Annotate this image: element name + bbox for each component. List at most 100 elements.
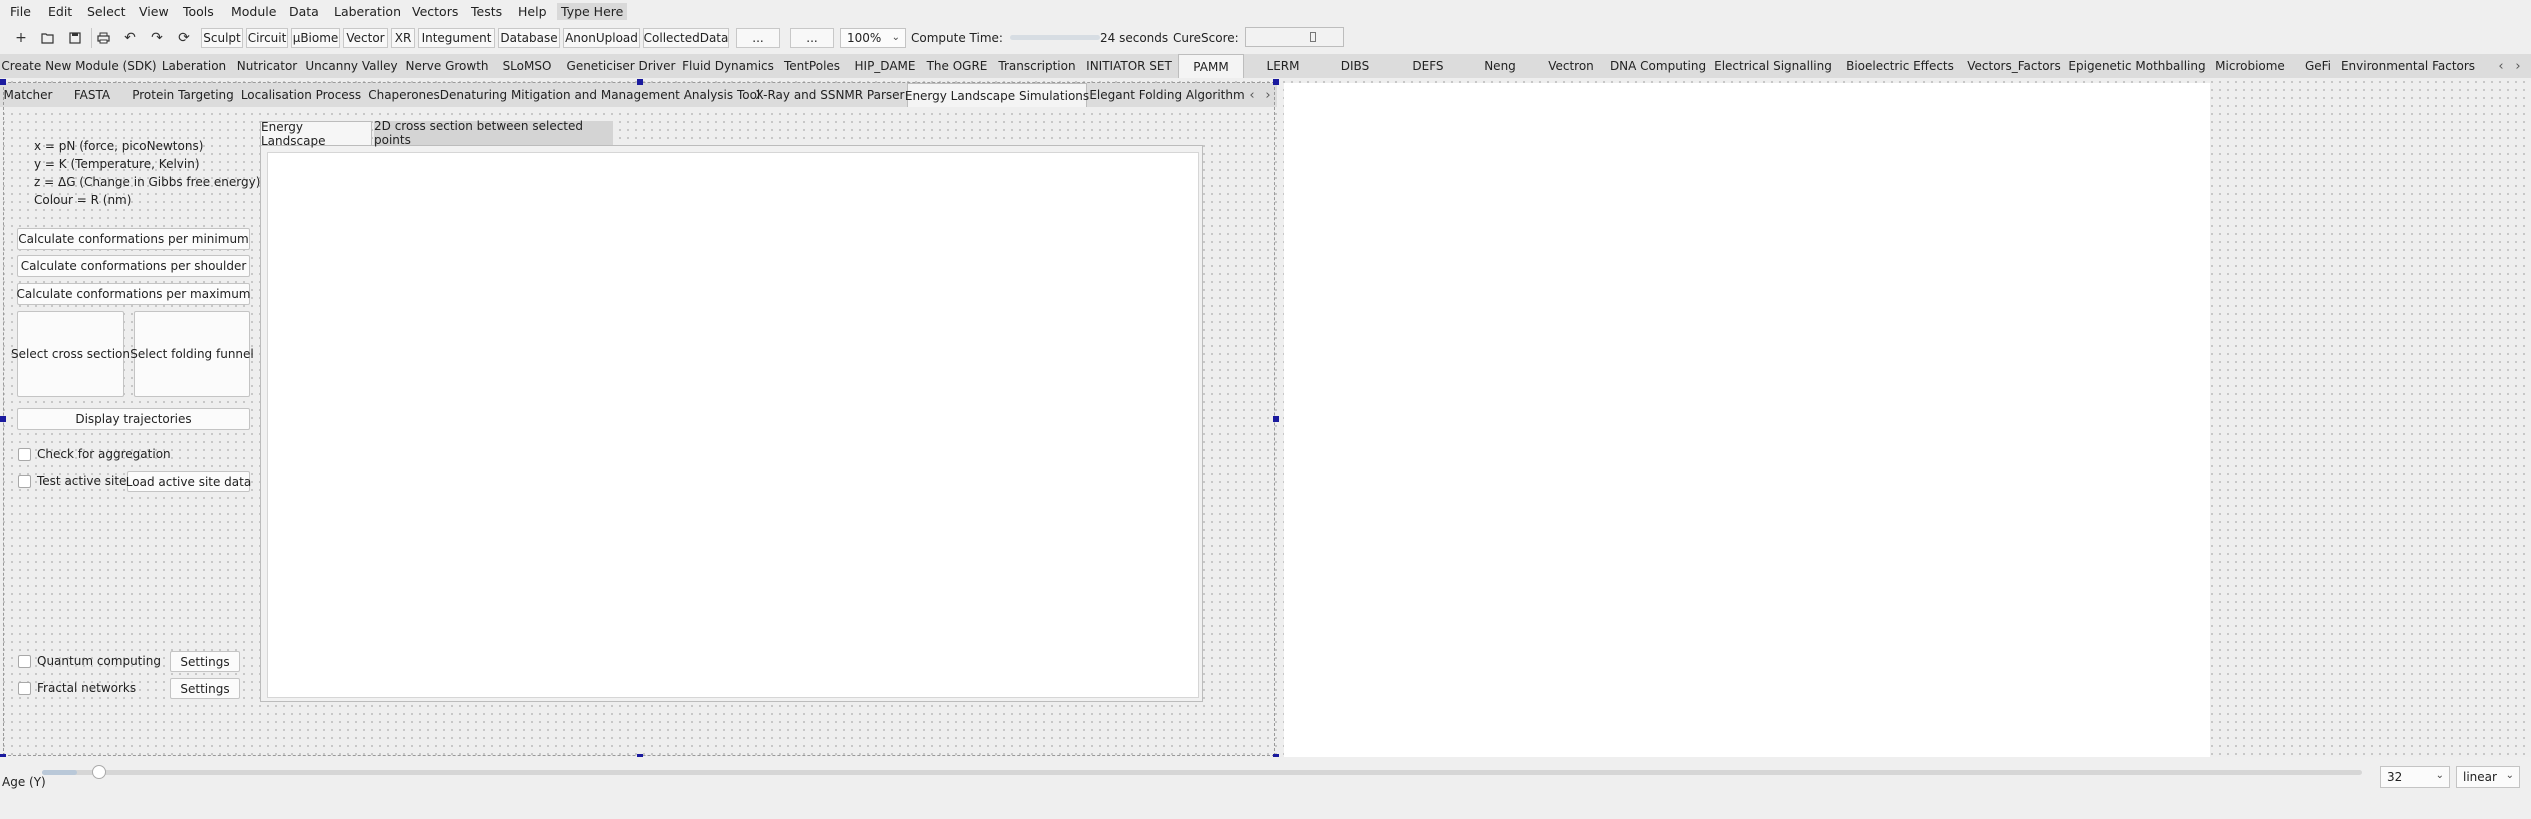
tab-dibs[interactable]: DIBS	[1322, 54, 1388, 78]
load-active-site-button[interactable]: Load active site data	[126, 471, 251, 492]
fractal-checkbox[interactable]	[18, 682, 31, 695]
tab-microbiome[interactable]: Microbiome	[2209, 54, 2291, 78]
resize-handle[interactable]	[0, 79, 6, 85]
menu-laberation[interactable]: Laberation	[334, 4, 401, 19]
menu-select[interactable]: Select	[87, 4, 126, 19]
compute-time-value: 24 seconds	[1100, 31, 1169, 45]
curescore-label: CureScore:	[1173, 31, 1239, 45]
menu-view[interactable]: View	[139, 4, 169, 19]
tab-transcription[interactable]: Transcription	[994, 54, 1080, 78]
integument-button[interactable]: Integument	[418, 28, 495, 48]
active-sites-checkbox[interactable]	[18, 475, 31, 488]
curescore-display	[1245, 27, 1344, 47]
anonupload-button[interactable]: AnonUpload	[563, 28, 640, 48]
calc-maximum-button[interactable]: Calculate conformations per maximum	[17, 283, 251, 305]
tab-fluid-dynamics[interactable]: Fluid Dynamics	[682, 54, 774, 78]
footer-bar	[0, 757, 2531, 819]
tab-dna-computing[interactable]: DNA Computing	[1610, 54, 1706, 78]
tab-tentpoles[interactable]: TentPoles	[777, 54, 847, 78]
database-button[interactable]: Database	[498, 28, 560, 48]
tab-vectron[interactable]: Vectron	[1535, 54, 1607, 78]
tab-laberation[interactable]: Laberation	[157, 54, 231, 78]
resize-handle[interactable]	[0, 416, 6, 422]
age-value: 32	[2387, 770, 2403, 784]
zoom-select[interactable]: 100% ⌄	[840, 28, 906, 48]
menu-vectors[interactable]: Vectors	[412, 4, 458, 19]
tab-the-ogre[interactable]: The OGRE	[923, 54, 991, 78]
tab-energy-landscape[interactable]: Energy Landscape	[260, 120, 372, 148]
tab-hip-dame[interactable]: HIP_DAME	[850, 54, 920, 78]
resize-handle[interactable]	[637, 79, 643, 85]
tab-electrical-signalling[interactable]: Electrical Signalling	[1709, 54, 1837, 78]
tab-initiator-set[interactable]: INITIATOR SET	[1083, 54, 1175, 78]
age-slider-track[interactable]	[42, 770, 2362, 775]
select-cross-section-button[interactable]: Select cross section	[11, 311, 130, 397]
open-icon[interactable]	[37, 28, 59, 48]
calc-minimum-button[interactable]: Calculate conformations per minimum	[17, 228, 250, 250]
more-button-2[interactable]: ...	[790, 28, 834, 48]
circuit-button[interactable]: Circuit	[246, 28, 288, 48]
select-folding-funnel-button[interactable]: Select folding funnel	[130, 311, 254, 397]
tab-2d-cross-section[interactable]: 2D cross section between selected points	[374, 119, 613, 147]
chevron-down-icon: ⌄	[891, 32, 900, 43]
tab-uncanny-valley[interactable]: Uncanny Valley	[303, 54, 400, 78]
refresh-icon[interactable]: ⟳	[173, 28, 195, 48]
menu-edit[interactable]: Edit	[48, 4, 72, 19]
menu-tools[interactable]: Tools	[183, 4, 214, 19]
tab-nutricator[interactable]: Nutricator	[234, 54, 300, 78]
sculpt-button[interactable]: Sculpt	[201, 28, 243, 48]
tab-pamm[interactable]: PAMM	[1178, 54, 1244, 78]
resize-handle[interactable]	[1273, 416, 1279, 422]
calc-shoulder-button[interactable]: Calculate conformations per shoulder	[17, 255, 250, 277]
active-sites-label: Test active sites	[37, 474, 133, 488]
quantum-checkbox[interactable]	[18, 655, 31, 668]
scroll-left-icon[interactable]: ‹	[2494, 54, 2508, 78]
xr-button[interactable]: XR	[391, 28, 415, 48]
menu-file[interactable]: File	[10, 4, 31, 19]
zoom-value: 100%	[847, 31, 882, 45]
tab-defs[interactable]: DEFS	[1391, 54, 1465, 78]
menu-tests[interactable]: Tests	[471, 4, 502, 19]
tab-nerve-growth[interactable]: Nerve Growth	[403, 54, 491, 78]
menu-bar: File Edit Select View Tools Module Data …	[0, 0, 2531, 24]
tab-slomso[interactable]: SLoMSO	[494, 54, 560, 78]
output-panel	[1284, 83, 2210, 757]
tab-lerm[interactable]: LERM	[1247, 54, 1319, 78]
age-slider-handle[interactable]	[91, 765, 106, 779]
vector-button[interactable]: Vector	[343, 28, 388, 48]
compute-time-slider[interactable]	[1010, 35, 1100, 40]
tab-bioelectric-effects[interactable]: Bioelectric Effects	[1840, 54, 1960, 78]
tab-create-module[interactable]: Create New Module (SDK)	[1, 54, 156, 78]
resize-handle[interactable]	[1273, 79, 1279, 85]
tab-neng[interactable]: Neng	[1468, 54, 1532, 78]
tab-environmental-factors[interactable]: Environmental Factors	[2341, 54, 2475, 78]
aggregation-checkbox[interactable]	[18, 448, 31, 461]
print-icon[interactable]	[92, 28, 114, 48]
menu-data[interactable]: Data	[289, 4, 319, 19]
tab-gefi[interactable]: GeFi	[2294, 54, 2342, 78]
ubiome-button[interactable]: µBiome	[291, 28, 340, 48]
undo-icon[interactable]: ↶	[119, 28, 141, 48]
fractal-settings-button[interactable]: Settings	[170, 678, 240, 699]
age-value-select[interactable]: 32 ⌄	[2380, 766, 2450, 788]
module-tab-bar: Create New Module (SDK) Laberation Nutri…	[0, 54, 2531, 78]
display-trajectories-button[interactable]: Display trajectories	[17, 408, 250, 430]
menu-help[interactable]: Help	[518, 4, 547, 19]
chevron-down-icon: ⌄	[2435, 770, 2444, 781]
legend-y: y = K (Temperature, Kelvin)	[34, 157, 200, 171]
scroll-right-icon[interactable]: ›	[2511, 54, 2525, 78]
tab-geneticiser-driver[interactable]: Geneticiser Driver	[563, 54, 679, 78]
energy-landscape-canvas[interactable]	[267, 152, 1199, 698]
new-icon[interactable]: +	[10, 28, 32, 48]
more-button-1[interactable]: ...	[736, 28, 780, 48]
menu-type-here[interactable]: Type Here	[557, 3, 628, 20]
redo-icon[interactable]: ↷	[146, 28, 168, 48]
quantum-settings-button[interactable]: Settings	[170, 651, 240, 672]
collecteddata-button[interactable]: CollectedData	[643, 28, 729, 48]
save-icon[interactable]	[64, 28, 86, 48]
menu-module[interactable]: Module	[231, 4, 276, 19]
scale-select[interactable]: linear ⌄	[2456, 766, 2520, 788]
fractal-label: Fractal networks	[37, 681, 137, 695]
tab-epigenetic-mothballing[interactable]: Epigenetic Mothballing	[2068, 54, 2206, 78]
tab-vectors-factors[interactable]: Vectors_Factors	[1963, 54, 2065, 78]
